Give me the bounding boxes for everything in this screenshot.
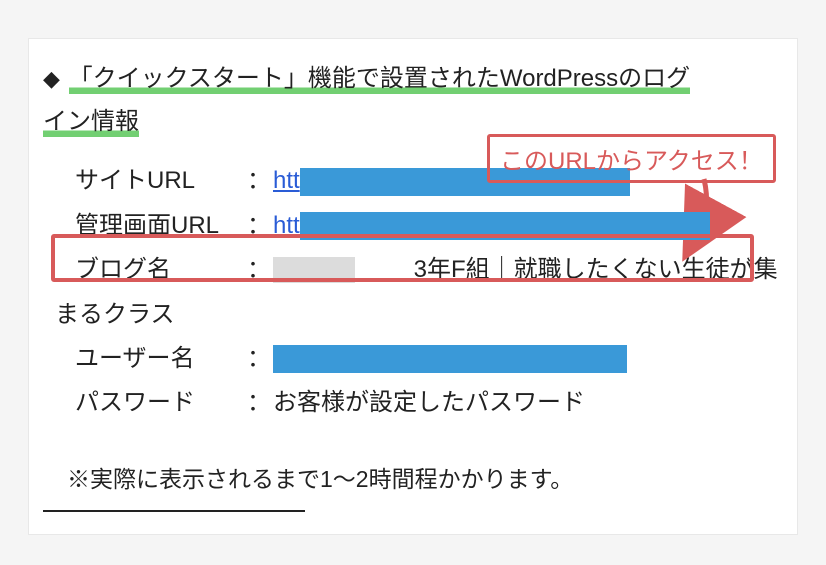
link-admin-url[interactable]: htt [273,204,300,248]
heading-line1: 「クイックスタート」機能で設置されたWordPressのログ [69,65,691,94]
row-password: パスワード ： お客様が設定したパスワード [55,381,783,425]
colon: ： [245,337,273,381]
callout-text: このURLからアクセス！ [500,148,763,175]
row-admin-url: 管理画面URL ： htt [55,204,783,248]
label-password: パスワード [55,381,245,425]
label-blog-name: ブログ名 [55,248,245,292]
label-admin-url: 管理画面URL [55,204,245,248]
label-username: ユーザー名 [55,337,245,381]
redacted-admin-url [300,212,710,240]
value-password: お客様が設定したパスワード [273,381,585,425]
row-username: ユーザー名 ： [55,337,783,381]
section-heading: ◆ 「クイックスタート」機能で設置されたWordPressのログ イン情報 [43,57,783,143]
colon: ： [245,159,273,203]
colon: ： [245,248,273,292]
value-blog-name-wrap: まるクラス [55,293,783,337]
row-blog-name: ブログ名 ： 3年F組｜就職したくない生徒が集 [55,248,783,292]
link-site-url[interactable]: htt [273,159,300,203]
colon: ： [245,381,273,425]
diamond-icon: ◆ [43,59,60,99]
value-blog-name-part1: 3年F組｜就職したくない生徒が集 [359,248,778,292]
redacted-username [273,345,627,373]
info-list: サイトURL ： htt 管理画面URL ： htt ブログ名 ： 3年F組｜就… [43,159,783,425]
redacted-blog-prefix [273,257,355,283]
heading-line2: イン情報 [43,108,139,137]
colon: ： [245,204,273,248]
document-card: ◆ 「クイックスタート」機能で設置されたWordPressのログ イン情報 この… [28,38,798,535]
divider [43,510,305,512]
label-site-url: サイトURL [55,159,245,203]
footnote: ※実際に表示されるまで1〜2時間程かかります。 [43,460,783,494]
callout-box: このURLからアクセス！ [487,134,776,183]
